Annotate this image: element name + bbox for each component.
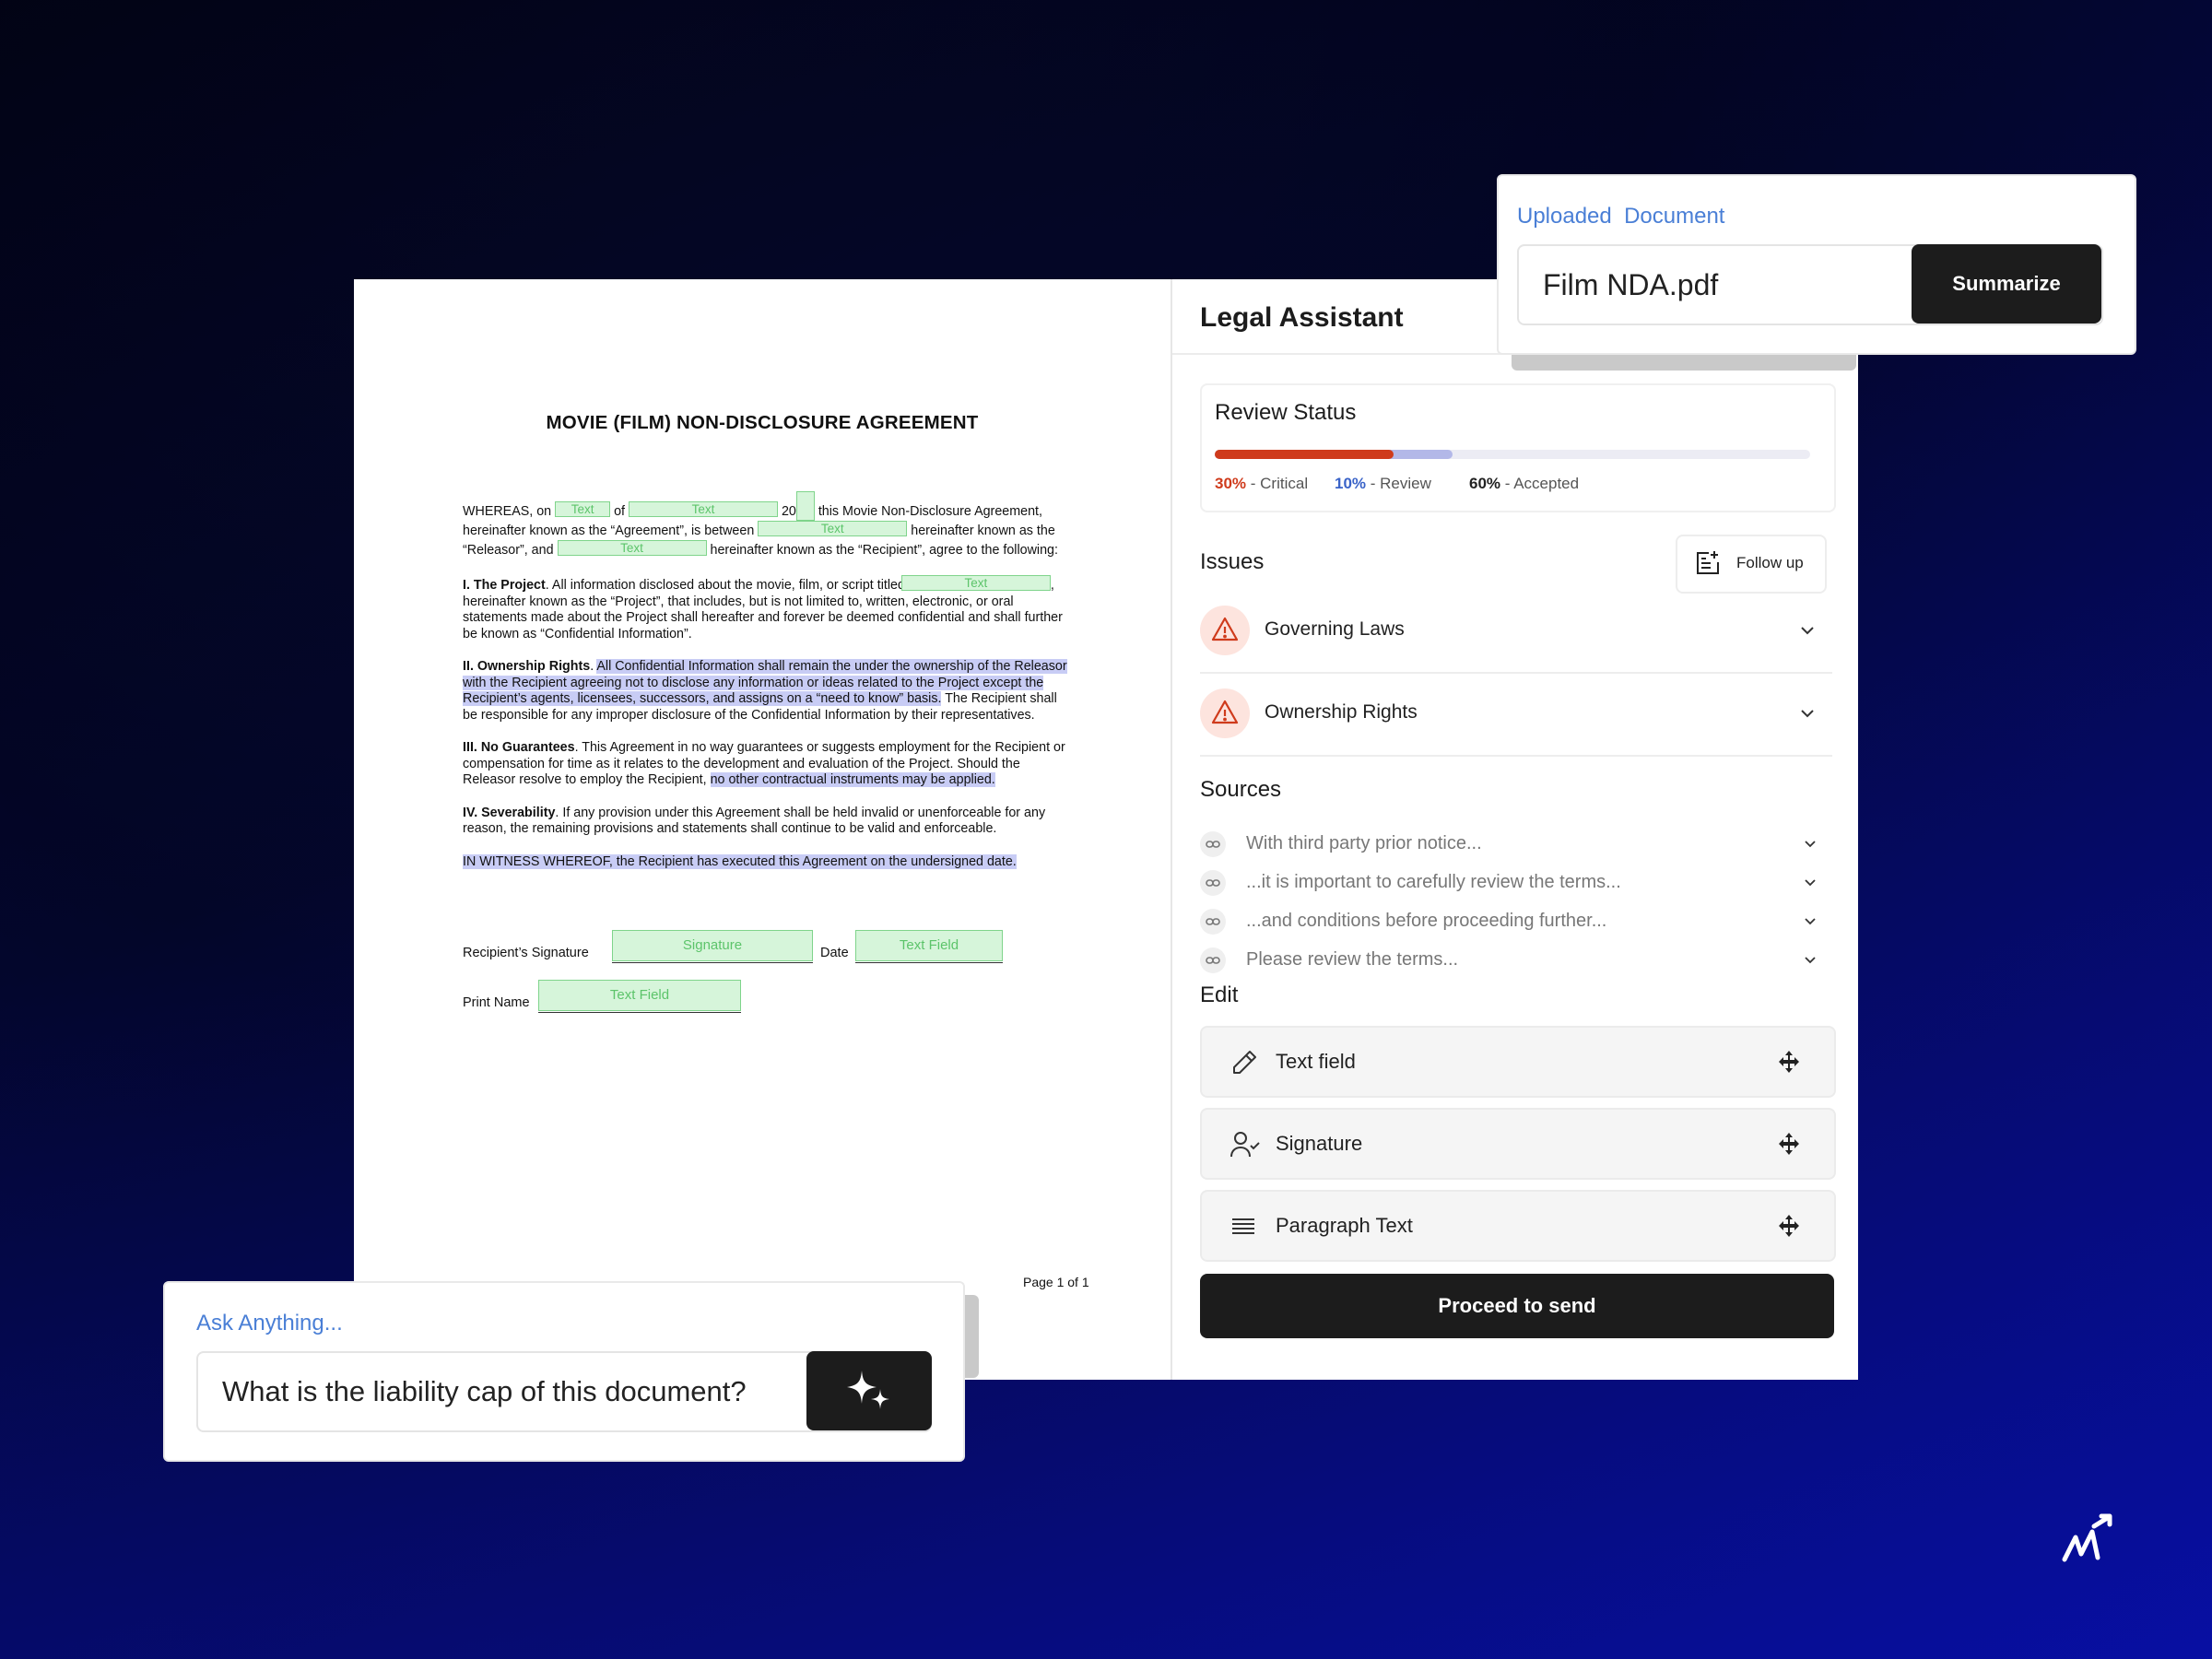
lines-icon — [1232, 1218, 1254, 1234]
link-icon — [1200, 870, 1226, 896]
legal-assistant-panel: Legal Assistant Review Status 30% - Crit… — [1172, 279, 1858, 1380]
edit-item-text-field[interactable]: Text field — [1200, 1026, 1836, 1098]
legend-review: 10% - Review — [1335, 475, 1431, 492]
link-icon — [1200, 947, 1226, 973]
review-status-title: Review Status — [1215, 400, 1357, 425]
upload-card: Uploaded Document Film NDA.pdf Summarize — [1497, 174, 2136, 355]
user-check-icon — [1230, 1132, 1260, 1158]
legend-accepted: 60% - Accepted — [1469, 475, 1580, 492]
ask-submit-button[interactable] — [806, 1351, 932, 1430]
source-label: ...it is important to carefully review t… — [1246, 872, 1621, 892]
legend-critical: 30% - Critical — [1215, 475, 1309, 492]
chevron-down-icon[interactable] — [1801, 874, 1819, 892]
source-label: With third party prior notice... — [1246, 833, 1482, 853]
source-item[interactable]: ...it is important to carefully review t… — [1200, 868, 1827, 905]
highlighted-clause[interactable]: no other contractual instruments may be … — [710, 772, 995, 787]
date-label: Date — [820, 946, 849, 960]
link-icon — [1200, 831, 1226, 857]
text-field[interactable]: Text — [628, 501, 778, 517]
text-field[interactable]: Text — [900, 575, 1051, 591]
section-ownership-rights: II. Ownership Rights. All Confidential I… — [463, 659, 1067, 723]
source-label: ...and conditions before proceeding furt… — [1246, 911, 1607, 931]
follow-up-button[interactable]: Follow up — [1676, 535, 1827, 594]
issue-item-ownership-rights[interactable]: Ownership Rights — [1200, 676, 1832, 757]
edit-title: Edit — [1200, 982, 1239, 1007]
source-item[interactable]: Please review the terms... — [1200, 946, 1827, 982]
pencil-icon — [1233, 1051, 1256, 1074]
document-title: MOVIE (FILM) NON-DISCLOSURE AGREEMENT — [546, 412, 979, 433]
print-name-field[interactable]: Text Field — [538, 980, 741, 1011]
link-icon — [1200, 909, 1226, 935]
chevron-down-icon[interactable] — [1801, 951, 1819, 970]
ask-card: Ask Anything... What is the liability ca… — [163, 1281, 965, 1462]
move-icon[interactable] — [1777, 1132, 1801, 1156]
print-name-line — [538, 1012, 741, 1013]
section-no-guarantees: III. No Guarantees. This Agreement in no… — [463, 740, 1065, 787]
highlighted-clause[interactable]: IN WITNESS WHEREOF, the Recipient has ex… — [463, 853, 1017, 869]
document-intro-paragraph: WHEREAS, on Text of Text 20 this Movie N… — [463, 491, 1071, 559]
edit-item-label: Signature — [1276, 1132, 1363, 1155]
edit-item-paragraph-text[interactable]: Paragraph Text — [1200, 1190, 1836, 1262]
main-window: MOVIE (FILM) NON-DISCLOSURE AGREEMENT WH… — [354, 279, 1858, 1380]
document-viewer[interactable]: MOVIE (FILM) NON-DISCLOSURE AGREEMENT WH… — [354, 279, 1172, 1380]
warning-icon — [1200, 606, 1250, 655]
review-status-card: Review Status 30% - Critical 10% - Revie… — [1200, 383, 1836, 512]
document-body: WHEREAS, on Text of Text 20 this Movie N… — [463, 491, 1071, 887]
print-name-label: Print Name — [463, 995, 530, 1010]
chevron-down-icon[interactable] — [1801, 912, 1819, 931]
chevron-down-icon[interactable] — [1797, 620, 1818, 641]
warning-icon — [1200, 688, 1250, 738]
source-item[interactable]: With third party prior notice... — [1200, 830, 1827, 866]
upload-label: Uploaded Document — [1517, 204, 1725, 229]
review-progress-bar — [1215, 450, 1810, 459]
file-name: Film NDA.pdf — [1543, 268, 1719, 301]
move-icon[interactable] — [1777, 1214, 1801, 1238]
signature-line — [612, 962, 813, 963]
source-item[interactable]: ...and conditions before proceeding furt… — [1200, 907, 1827, 944]
witness-statement: IN WITNESS WHEREOF, the Recipient has ex… — [463, 853, 1071, 871]
proceed-to-send-button[interactable]: Proceed to send — [1200, 1274, 1834, 1338]
date-field[interactable]: Text Field — [855, 930, 1003, 961]
signature-label: Recipient’s Signature — [463, 946, 589, 960]
edit-item-signature[interactable]: Signature — [1200, 1108, 1836, 1180]
issues-title: Issues — [1200, 549, 1265, 574]
page-number: Page 1 of 1 — [1023, 1275, 1089, 1289]
source-label: Please review the terms... — [1246, 949, 1459, 970]
ask-input-value: What is the liability cap of this docume… — [222, 1375, 747, 1407]
section-project: I. The Project. All information disclose… — [463, 575, 1063, 641]
sources-title: Sources — [1200, 777, 1282, 802]
brand-logo — [2062, 1513, 2112, 1562]
move-icon[interactable] — [1777, 1050, 1801, 1074]
section-severability: IV. Severability. If any provision under… — [463, 805, 1046, 837]
issue-label: Governing Laws — [1265, 618, 1405, 640]
panel-title: Legal Assistant — [1200, 302, 1404, 333]
review-progress-critical — [1215, 450, 1394, 459]
date-line — [855, 962, 1003, 963]
sparkle-icon — [847, 1371, 889, 1409]
edit-item-label: Paragraph Text — [1276, 1214, 1413, 1237]
follow-up-label: Follow up — [1736, 554, 1804, 571]
issue-item-governing-laws[interactable]: Governing Laws — [1200, 593, 1832, 674]
issue-label: Ownership Rights — [1265, 701, 1418, 723]
text-field[interactable]: Text — [557, 539, 707, 556]
text-field[interactable]: Text — [758, 521, 908, 536]
text-field-year[interactable] — [795, 491, 815, 521]
ask-label: Ask Anything... — [196, 1311, 343, 1335]
text-field[interactable]: Text — [555, 501, 611, 517]
chevron-down-icon[interactable] — [1797, 703, 1818, 724]
edit-item-label: Text field — [1276, 1050, 1356, 1073]
summarize-button[interactable]: Summarize — [1912, 244, 2101, 324]
signature-field[interactable]: Signature — [612, 930, 813, 961]
chevron-down-icon[interactable] — [1801, 835, 1819, 853]
follow-up-icon — [1697, 551, 1719, 574]
